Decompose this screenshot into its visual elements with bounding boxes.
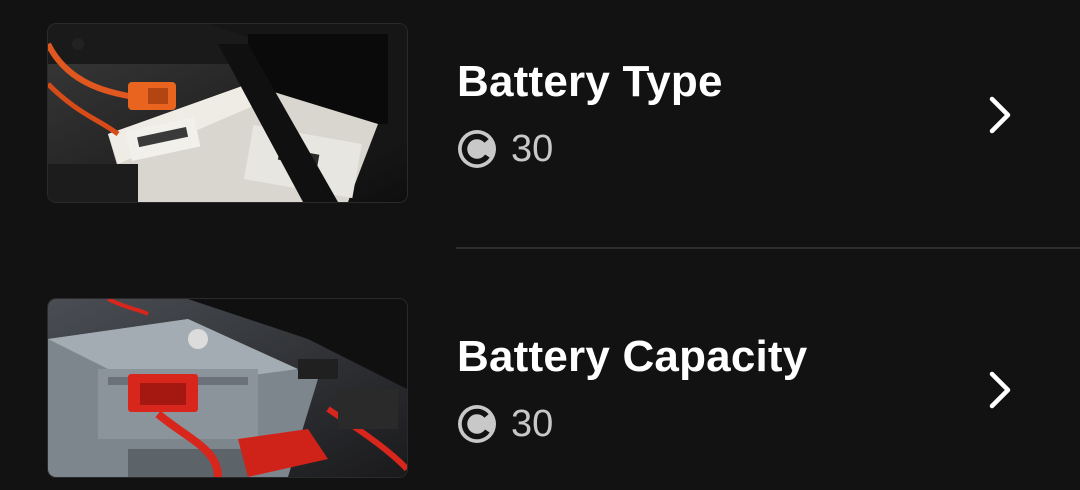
battery-capacity-thumbnail (48, 299, 407, 477)
price-value: 30 (511, 127, 554, 170)
item-title: Battery Type (457, 57, 723, 106)
battery-type-thumbnail (48, 24, 407, 202)
list-item-battery-type[interactable]: Battery Type 30 (0, 15, 1080, 215)
item-title: Battery Capacity (457, 332, 808, 381)
battery-options-list: Battery Type 30 Battery Capacity 30 (0, 0, 1080, 490)
item-price: 30 (457, 127, 554, 170)
list-item-battery-capacity[interactable]: Battery Capacity 30 (0, 290, 1080, 490)
chevron-right-icon[interactable] (980, 93, 1020, 137)
price-value: 30 (511, 402, 554, 445)
chevron-right-icon[interactable] (980, 368, 1020, 412)
coin-c-icon (458, 405, 496, 443)
item-price: 30 (457, 402, 554, 445)
list-divider (456, 247, 1080, 249)
coin-c-icon (458, 130, 496, 168)
